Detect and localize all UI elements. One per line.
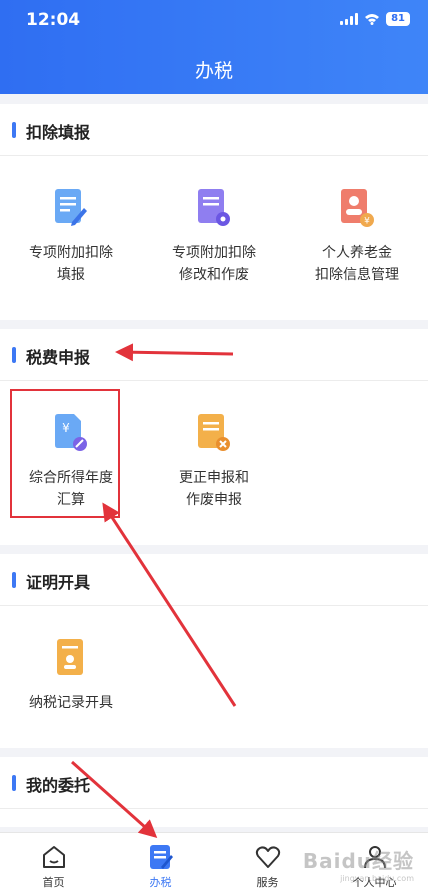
status-icons: 81 bbox=[340, 12, 410, 26]
pension-card-icon: ¥ bbox=[341, 189, 374, 227]
tile-label-line1: 专项附加扣除 bbox=[172, 245, 256, 261]
service-heart-icon bbox=[255, 846, 280, 868]
tab-label: 办税 bbox=[149, 876, 172, 889]
section-accent-bar bbox=[12, 775, 16, 791]
tile-label-line2: 修改和作废 bbox=[179, 267, 249, 283]
section-title: 扣除填报 bbox=[26, 123, 91, 142]
tile-tax-record[interactable]: 纳税记录开具 bbox=[0, 638, 142, 714]
section-header: 税费申报 bbox=[0, 329, 428, 381]
signal-icon bbox=[340, 13, 359, 25]
tile-label-line1: 个人养老金 bbox=[322, 245, 392, 261]
section-title: 证明开具 bbox=[26, 573, 91, 592]
section-header: 扣除填报 bbox=[0, 104, 428, 156]
tile-label-line2: 扣除信息管理 bbox=[315, 267, 399, 283]
watermark-text: Baidu经验 bbox=[302, 849, 414, 873]
tile-label-line2: 填报 bbox=[57, 267, 85, 283]
tile-label-line1: 专项附加扣除 bbox=[29, 245, 113, 261]
tile-correct-void-filing[interactable]: 更正申报和 作废申报 bbox=[143, 413, 285, 511]
section-accent-bar bbox=[12, 347, 16, 363]
page-title: 办税 bbox=[194, 60, 233, 82]
battery-icon: 81 bbox=[386, 12, 410, 26]
section-deduction: 扣除填报 专项附加扣除 填报 专项附加扣除 修改和作废 ¥ 个人养老金 扣除信息… bbox=[0, 104, 428, 320]
settings-form-icon bbox=[198, 189, 230, 226]
annotation-highlight-box bbox=[10, 389, 120, 518]
void-form-icon bbox=[198, 414, 230, 451]
svg-text:¥: ¥ bbox=[364, 217, 370, 227]
section-title: 我的委托 bbox=[26, 776, 91, 795]
section-certificate: 证明开具 纳税记录开具 bbox=[0, 554, 428, 748]
watermark-url: jingyan.baidu.com bbox=[340, 874, 414, 883]
tile-label-line2: 作废申报 bbox=[186, 492, 242, 508]
section-accent-bar bbox=[12, 572, 16, 588]
tile-special-deduction-fill[interactable]: 专项附加扣除 填报 bbox=[0, 188, 142, 286]
section-header: 我的委托 bbox=[0, 757, 428, 809]
tab-home[interactable]: 首页 bbox=[0, 833, 107, 892]
tile-label-line1: 更正申报和 bbox=[179, 470, 249, 486]
tile-special-deduction-modify[interactable]: 专项附加扣除 修改和作废 bbox=[143, 188, 285, 286]
status-time: 12:04 bbox=[26, 10, 81, 30]
edit-form-icon bbox=[55, 189, 87, 226]
tile-pension-management[interactable]: ¥ 个人养老金 扣除信息管理 bbox=[286, 188, 428, 286]
certificate-icon bbox=[57, 639, 83, 675]
tab-tax[interactable]: 办税 bbox=[107, 833, 214, 892]
section-accent-bar bbox=[12, 122, 16, 138]
section-title: 税费申报 bbox=[26, 348, 91, 367]
watermark: Baidu经验 jingyan.baidu.com bbox=[303, 845, 414, 883]
wifi-icon bbox=[365, 14, 380, 25]
tab-label: 首页 bbox=[42, 876, 65, 889]
home-icon bbox=[42, 846, 65, 868]
tile-label: 纳税记录开具 bbox=[29, 695, 113, 711]
header-bar: 12:04 81 办税 bbox=[0, 0, 428, 94]
tax-form-icon bbox=[149, 845, 173, 869]
section-header: 证明开具 bbox=[0, 554, 428, 606]
section-delegation: 我的委托 bbox=[0, 757, 428, 827]
